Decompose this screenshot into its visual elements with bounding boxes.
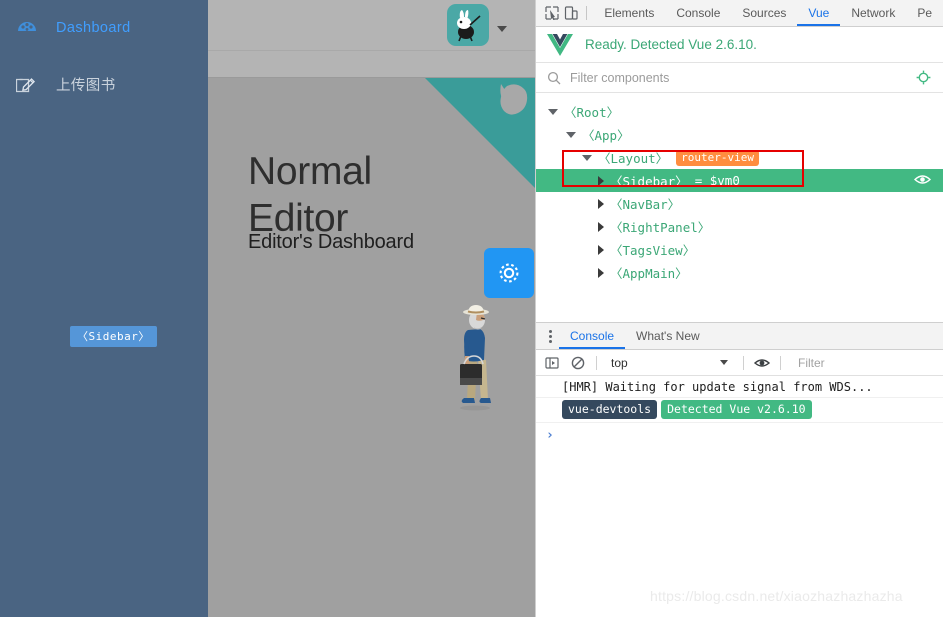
chevron-right-icon[interactable] [598, 175, 604, 186]
tree-node-appmain[interactable]: 〈AppMain〉 [536, 261, 943, 284]
console-live-expression-eye-icon[interactable] [751, 352, 773, 374]
devtools-tabbar: Elements Console Sources Vue Network Pe [536, 0, 943, 27]
console-filter-placeholder[interactable]: Filter [788, 356, 825, 370]
tree-node-tagsview[interactable]: 〈TagsView〉 [536, 238, 943, 261]
tree-node-label: 〈App〉 [582, 128, 630, 143]
chevron-right-icon[interactable] [598, 221, 604, 232]
chevron-down-icon[interactable] [548, 108, 558, 115]
tab-elements[interactable]: Elements [593, 0, 665, 26]
chevron-right-icon[interactable] [598, 198, 604, 209]
tab-performance[interactable]: Pe [906, 0, 943, 26]
clear-console-icon[interactable] [567, 352, 589, 374]
dashboard-icon [16, 17, 38, 39]
toolbar-divider [586, 6, 588, 20]
toolbar-divider [743, 355, 744, 370]
tree-node-root[interactable]: 〈Root〉 [536, 100, 943, 123]
tree-node-layout[interactable]: 〈Layout〉 router-view [536, 146, 943, 169]
eye-icon[interactable] [913, 173, 932, 189]
drawer-tab-console[interactable]: Console [559, 323, 625, 349]
console-context-value: top [611, 355, 628, 370]
hero-title-line1: Normal [248, 150, 372, 193]
tree-node-label: 〈NavBar〉 [610, 197, 681, 212]
detected-vue-badge: Detected Vue v2.6.10 [661, 400, 812, 419]
devtools-panel: Elements Console Sources Vue Network Pe … [535, 0, 943, 617]
sidebar-item-label: Dashboard [56, 20, 131, 36]
vue-logo-icon [547, 33, 573, 56]
console-context-select[interactable]: top [604, 356, 736, 370]
console-prompt[interactable]: › [536, 423, 943, 443]
console-log-row: vue-devtools Detected Vue v2.6.10 [536, 398, 943, 423]
console-toolbar: top Filter [536, 350, 943, 376]
app-navbar [208, 0, 535, 50]
person-illustration [448, 302, 504, 412]
tree-node-vm-ref: = $vm0 [694, 173, 740, 188]
inspect-element-icon[interactable] [542, 2, 561, 24]
toolbar-divider [780, 355, 781, 370]
drawer-tab-whats-new[interactable]: What's New [625, 323, 711, 349]
chevron-down-icon [720, 360, 728, 365]
screenshot-root: Dashboard 上传图书 〈Sidebar〉 Normal Editor E… [0, 0, 943, 617]
router-view-badge: router-view [676, 149, 760, 166]
tree-node-app[interactable]: 〈App〉 [536, 123, 943, 146]
chevron-down-icon[interactable] [566, 131, 576, 138]
vue-status-text: Ready. Detected Vue 2.6.10. [585, 37, 757, 52]
app-tagsview [208, 50, 535, 78]
chevron-right-icon[interactable] [598, 244, 604, 255]
tree-node-label: 〈RightPanel〉 [610, 220, 711, 235]
more-options-icon[interactable] [541, 329, 559, 343]
tree-node-navbar[interactable]: 〈NavBar〉 [536, 192, 943, 215]
search-icon [547, 71, 561, 84]
toggle-device-toolbar-icon[interactable] [561, 2, 580, 24]
tab-console[interactable]: Console [665, 0, 731, 26]
console-drawer: Console What's New top Filter [HMR] Wait… [536, 322, 943, 617]
tree-node-label: 〈Root〉 [564, 105, 620, 120]
tree-node-sidebar[interactable]: 〈Sidebar〉 = $vm0 [536, 169, 943, 192]
toolbar-divider [596, 355, 597, 370]
chevron-down-icon[interactable] [582, 154, 592, 161]
vue-component-tree: 〈Root〉 〈App〉 〈Layout〉 router-view 〈Sideb… [536, 93, 943, 284]
app-sidebar: Dashboard 上传图书 〈Sidebar〉 [0, 0, 208, 617]
avatar[interactable] [447, 4, 489, 46]
sidebar-item-dashboard[interactable]: Dashboard [0, 0, 208, 56]
sidebar-component-tooltip: 〈Sidebar〉 [70, 326, 157, 347]
tree-node-label: 〈Layout〉 [598, 151, 669, 166]
drawer-tabbar: Console What's New [536, 323, 943, 350]
watermark: https://blog.csdn.net/xiaozhazhazhazha [650, 588, 903, 604]
chevron-down-icon[interactable] [497, 26, 507, 32]
tree-node-label: 〈Sidebar〉 [610, 174, 688, 189]
chevron-right-icon[interactable] [598, 267, 604, 278]
tab-vue[interactable]: Vue [797, 0, 840, 26]
component-filter-placeholder: Filter components [570, 70, 670, 85]
gear-icon [499, 263, 519, 283]
tree-node-label: 〈TagsView〉 [610, 243, 696, 258]
vue-devtools-badge: vue-devtools [562, 400, 658, 419]
console-log-text: [HMR] Waiting for update signal from WDS… [562, 380, 873, 394]
sidebar-item-upload-books[interactable]: 上传图书 [0, 56, 208, 112]
tree-node-label: 〈AppMain〉 [610, 266, 688, 281]
tab-network[interactable]: Network [840, 0, 906, 26]
select-component-target-icon [916, 70, 931, 85]
sidebar-item-label: 上传图书 [56, 77, 116, 94]
hero-subtitle: Editor's Dashboard [248, 231, 414, 253]
component-filter-bar[interactable]: Filter components [536, 63, 943, 93]
tree-node-rightpanel[interactable]: 〈RightPanel〉 [536, 215, 943, 238]
console-sidebar-toggle-icon[interactable] [541, 352, 563, 374]
hero-block: Normal Editor Editor's Dashboard [248, 148, 518, 254]
vue-status-bar: Ready. Detected Vue 2.6.10. [536, 27, 943, 63]
edit-square-icon [15, 73, 38, 95]
tab-sources[interactable]: Sources [731, 0, 797, 26]
app-main-area: Normal Editor Editor's Dashboard [208, 0, 535, 617]
console-log-row: [HMR] Waiting for update signal from WDS… [536, 378, 943, 398]
console-output: [HMR] Waiting for update signal from WDS… [536, 376, 943, 443]
settings-gear-button[interactable] [484, 248, 534, 298]
